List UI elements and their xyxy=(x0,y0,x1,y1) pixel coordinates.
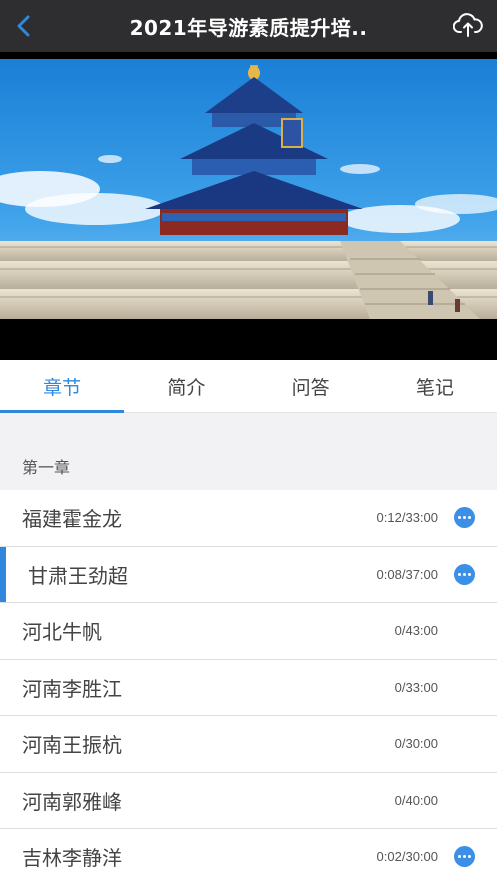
lesson-row[interactable]: 吉林李静洋 0:02/30:00 xyxy=(0,829,497,883)
lesson-progress-time: 0/30:00 xyxy=(394,736,438,752)
lesson-title: 吉林李静洋 xyxy=(22,846,122,871)
lesson-progress-time: 0:02/30:00 xyxy=(376,849,438,865)
back-button[interactable] xyxy=(8,10,40,42)
lesson-row[interactable]: 河北牛帆 0/43:00 xyxy=(0,603,497,660)
more-options-icon[interactable] xyxy=(454,563,475,585)
lesson-progress-time: 0:08/37:00 xyxy=(376,566,438,582)
page-title: 2021年导游素质提升培.. xyxy=(129,15,368,40)
lesson-title: 甘肃王劲超 xyxy=(28,563,128,588)
more-options-icon[interactable] xyxy=(454,846,475,868)
tab-qa[interactable]: 问答 xyxy=(249,360,373,412)
chevron-left-icon xyxy=(17,15,30,37)
upload-button[interactable] xyxy=(451,8,485,42)
tab-bar: 章节 简介 问答 笔记 xyxy=(0,360,497,413)
lesson-row[interactable]: 河南王振杭 0/30:00 xyxy=(0,716,497,773)
app-root: 2021年导游素质提升培.. 章节 简介 问答 笔记 第一章 福建霍金龙 0:1… xyxy=(0,0,497,883)
lesson-row-active[interactable]: 甘肃王劲超 0:08/37:00 xyxy=(0,546,497,603)
more-options-icon[interactable] xyxy=(454,507,475,529)
lesson-title: 河南李胜江 xyxy=(22,676,122,701)
active-indicator xyxy=(0,546,6,602)
video-player[interactable] xyxy=(0,52,497,360)
top-bar: 2021年导游素质提升培.. xyxy=(0,0,497,52)
lesson-progress-time: 0/40:00 xyxy=(394,792,438,808)
lesson-title: 河南王振杭 xyxy=(22,733,122,758)
lesson-title: 河北牛帆 xyxy=(22,620,102,645)
tab-introduction[interactable]: 简介 xyxy=(124,360,248,412)
lesson-progress-time: 0:12/33:00 xyxy=(376,510,438,526)
lesson-title: 河南郭雅峰 xyxy=(22,789,122,814)
lesson-row[interactable]: 河南李胜江 0/33:00 xyxy=(0,660,497,716)
tab-notes[interactable]: 笔记 xyxy=(373,360,497,412)
lesson-title: 福建霍金龙 xyxy=(22,507,122,532)
lesson-row[interactable]: 河南郭雅峰 0/40:00 xyxy=(0,773,497,829)
temple-of-heaven-image xyxy=(0,59,497,319)
cloud-upload-icon xyxy=(453,13,483,37)
lesson-progress-time: 0/33:00 xyxy=(394,679,438,695)
lesson-row[interactable]: 福建霍金龙 0:12/33:00 xyxy=(0,490,497,547)
chapter-title: 第一章 xyxy=(0,441,497,490)
lesson-progress-time: 0/43:00 xyxy=(394,623,438,639)
lesson-list: 福建霍金龙 0:12/33:00 甘肃王劲超 0:08/37:00 河北牛帆 0… xyxy=(0,490,497,883)
tab-chapters[interactable]: 章节 xyxy=(0,360,125,413)
